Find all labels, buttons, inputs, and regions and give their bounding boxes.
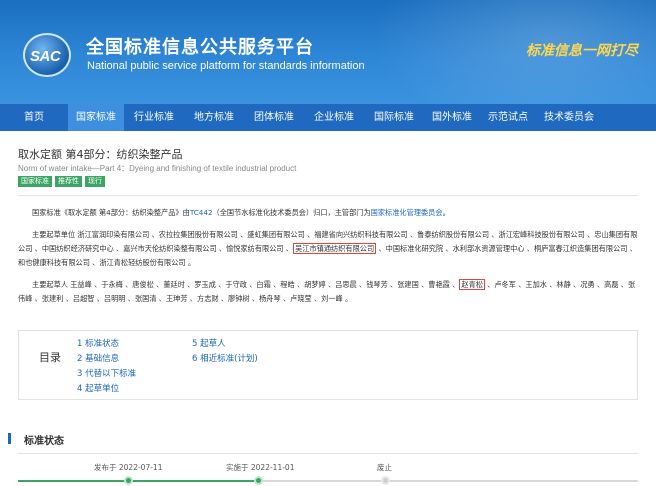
highlighted-unit: 吴江市镇通纺织有限公司 — [293, 243, 377, 254]
toc-item-related-standards[interactable]: 6 相近标准(计划) — [192, 352, 258, 367]
desc-text-pre: 国家标准《取水定额 第4部分：纺织染整产品》由 — [32, 208, 190, 217]
table-of-contents: 目录 1 标准状态 2 基础信息 3 代替以下标准 4 起草单位 5 起草人 6… — [18, 330, 638, 400]
main-nav: 首页 国家标准 行业标准 地方标准 团体标准 企业标准 国际标准 国外标准 示范… — [0, 104, 656, 131]
toc-label: 目录 — [39, 351, 61, 364]
published-date: 发布于 2022-07-11 — [94, 463, 163, 472]
tc-link[interactable]: TC442 — [190, 208, 213, 217]
toc-item-drafters[interactable]: 5 起草人 — [192, 337, 258, 352]
standard-description: 国家标准《取水定额 第4部分：纺织染整产品》由TC442（全国节水标准化技术委员… — [18, 206, 638, 220]
toc-item-replaces[interactable]: 3 代替以下标准 — [77, 367, 136, 382]
section-marker — [8, 433, 11, 444]
highlighted-drafter: 赵青松 — [459, 279, 485, 290]
standard-title: 取水定额 第4部分：纺织染整产品 — [18, 148, 183, 161]
nav-item-industry-standard[interactable]: 行业标准 — [124, 104, 184, 131]
desc-text-post: 。 — [442, 208, 450, 217]
toc-item-status[interactable]: 1 标准状态 — [77, 337, 136, 352]
nav-item-group-standard[interactable]: 团体标准 — [244, 104, 304, 131]
status-title: 标准状态 — [24, 436, 64, 447]
department-link[interactable]: 国家标准化管理委员会 — [371, 208, 443, 217]
nav-item-national-standard[interactable]: 国家标准 — [68, 104, 124, 131]
divider — [18, 195, 638, 196]
desc-text-mid: （全国节水标准化技术委员会）归口，主管部门为 — [212, 208, 371, 217]
nav-item-enterprise-standard[interactable]: 企业标准 — [304, 104, 364, 131]
site-subtitle: National public service platform for sta… — [87, 60, 365, 72]
timeline-dot-published — [124, 476, 133, 485]
slogan: 标准信息一网打尽 — [526, 43, 638, 59]
drafting-units: 主要起草单位 浙江富润印染有限公司 、农拉拉集团股份有限公司 、盛虹集团有限公司… — [18, 228, 638, 270]
nav-item-demo-pilot[interactable]: 示范试点 — [480, 104, 536, 131]
toc-item-basic-info[interactable]: 2 基础信息 — [77, 352, 136, 367]
standard-title-en: Norm of water intake—Part 4：Dyeing and f… — [18, 164, 297, 173]
tag-recommended: 推荐性 — [55, 176, 82, 187]
site-title: 全国标准信息公共服务平台 — [86, 37, 314, 58]
logo-text: SAC — [30, 48, 61, 65]
toc-column-1: 1 标准状态 2 基础信息 3 代替以下标准 4 起草单位 — [77, 337, 136, 397]
abolished-label: 废止 — [377, 463, 392, 472]
nav-item-international-standard[interactable]: 国际标准 — [364, 104, 424, 131]
timeline-progress — [18, 480, 258, 482]
drafters-pre: 主要起草人 王益峰 、于永梅 、唐俊松 、董廷时 、罗玉成 、于守政 、白霜 、… — [32, 280, 460, 289]
toc-item-drafting-units[interactable]: 4 起草单位 — [77, 382, 136, 397]
standard-tags: 国家标准 推荐性 现行 — [18, 176, 105, 187]
drafters: 主要起草人 王益峰 、于永梅 、唐俊松 、董廷时 、罗玉成 、于守政 、白霜 、… — [18, 278, 638, 306]
status-divider — [18, 453, 638, 454]
sac-logo[interactable]: SAC — [23, 33, 71, 77]
timeline-dot-abolished — [381, 476, 390, 485]
nav-item-home[interactable]: 首页 — [0, 104, 68, 131]
nav-item-tech-committee[interactable]: 技术委员会 — [536, 104, 602, 131]
timeline-dot-implemented — [254, 476, 263, 485]
nav-item-foreign-standard[interactable]: 国外标准 — [424, 104, 480, 131]
site-header: SAC 全国标准信息公共服务平台 National public service… — [0, 0, 656, 104]
implemented-date: 实施于 2022-11-01 — [226, 463, 295, 472]
toc-column-2: 5 起草人 6 相近标准(计划) — [192, 337, 258, 367]
tag-national: 国家标准 — [18, 176, 52, 187]
nav-item-local-standard[interactable]: 地方标准 — [184, 104, 244, 131]
tag-current: 现行 — [85, 176, 105, 187]
